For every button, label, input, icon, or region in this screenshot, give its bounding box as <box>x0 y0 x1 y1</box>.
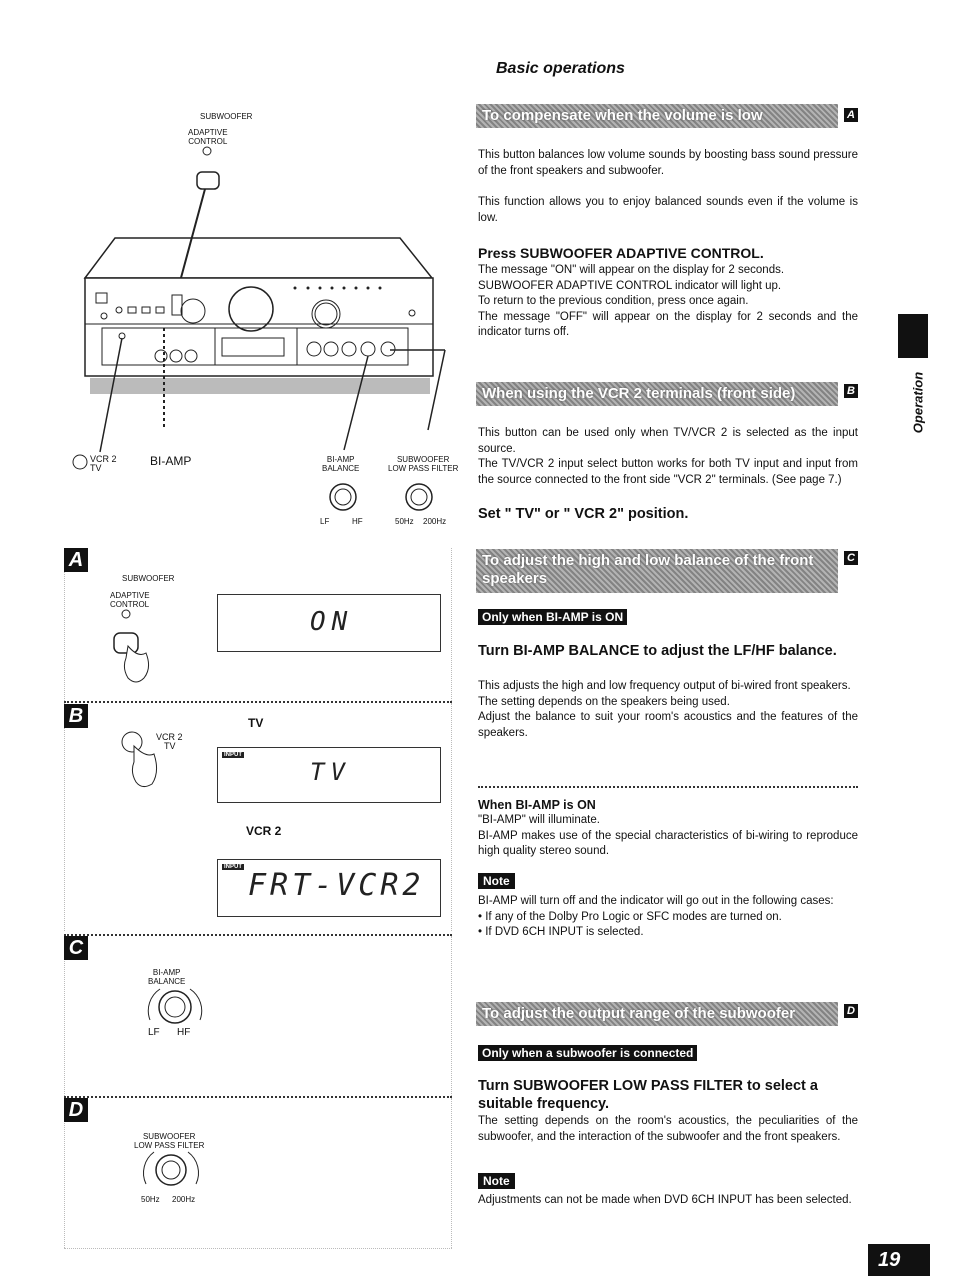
subwoofer-lpf-label: SUBWOOFER LOW PASS FILTER <box>134 1132 205 1150</box>
subwoofer-lpf-label: SUBWOOFER LOW PASS FILTER <box>388 455 459 473</box>
section-b-paragraph-1: This button can be used only when TV/VCR… <box>478 427 858 455</box>
display-tv: INPUT TV <box>217 747 441 803</box>
section-a-body-line: The message "OFF" will appear on the dis… <box>478 310 858 339</box>
note-intro: BI-AMP will turn off and the indicator w… <box>478 895 834 907</box>
condition-tag-bi-amp: Only when BI-AMP is ON <box>478 609 628 625</box>
note-bullet: • If DVD 6CH INPUT is selected. <box>478 926 644 938</box>
section-c-body: This adjusts the high and low frequency … <box>478 679 858 741</box>
panel-badge-d: D <box>64 1098 88 1122</box>
adaptive-control-label: ADAPTIVE CONTROL <box>110 591 150 609</box>
divider <box>64 1248 452 1249</box>
panel-c <box>64 936 452 1096</box>
panel-badge-c: C <box>64 936 88 960</box>
section-a-step-heading: Press SUBWOOFER ADAPTIVE CONTROL. <box>478 245 764 261</box>
subwoofer-label: SUBWOOFER <box>122 574 175 583</box>
hf-label: HF <box>352 517 363 526</box>
input-indicator: INPUT <box>222 864 244 870</box>
adaptive-control-label: ADAPTIVE CONTROL <box>188 128 228 146</box>
hz200-label: 200Hz <box>172 1195 196 1204</box>
banner-subwoofer-range: To adjust the output range of the subwoo… <box>476 1002 838 1026</box>
section-c-body-line: Adjust the balance to suit your room's a… <box>478 711 858 739</box>
hand-pressing-button-icon <box>113 609 150 683</box>
receiver-body <box>84 277 434 377</box>
note-bullet-text: If DVD 6CH INPUT is selected. <box>485 926 644 938</box>
section-a-body-line: To return to the previous condition, pre… <box>478 295 749 307</box>
section-b-paragraph-2: The TV/VCR 2 input select button works f… <box>478 458 858 486</box>
subwoofer-label: SUBWOOFER <box>200 112 253 121</box>
section-badge-c: C <box>844 551 858 565</box>
hz50-label: 50Hz <box>395 517 414 526</box>
section-c-note: BI-AMP will turn off and the indicator w… <box>478 894 858 941</box>
section-a-body: The message "ON" will appear on the disp… <box>478 263 858 341</box>
section-d-note: Adjustments can not be made when DVD 6CH… <box>478 1194 852 1206</box>
subwoofer-lpf-knob <box>143 1151 199 1186</box>
lf-label: LF <box>148 1027 160 1038</box>
banner-compensate-volume: To compensate when the volume is low <box>476 104 838 128</box>
section-a-body-line: The message "ON" will appear on the disp… <box>478 264 785 276</box>
section-a-paragraph-2: This function allows you to enjoy balanc… <box>478 196 858 224</box>
section-c-sub-heading: When BI-AMP is ON <box>478 798 596 812</box>
section-a-paragraph-1: This button balances low volume sounds b… <box>478 149 858 177</box>
receiver-illustration <box>72 146 446 511</box>
panel-d <box>64 1098 452 1248</box>
banner-vcr2-terminals: When using the VCR 2 terminals (front si… <box>476 382 838 406</box>
tv-vcr2-button <box>72 454 88 470</box>
display-vcr2: INPUT FRT-VCR2 <box>217 859 441 917</box>
bi-amp-balance-knob <box>329 483 357 511</box>
indicator-led <box>202 146 212 156</box>
panel-badge-b: B <box>64 704 88 728</box>
section-a-body-line: SUBWOOFER ADAPTIVE CONTROL indicator wil… <box>478 279 782 292</box>
adaptive-control-button <box>196 171 220 190</box>
section-title: Basic operations <box>496 60 625 77</box>
tv-heading: TV <box>248 716 264 730</box>
section-c-sub-body: "BI-AMP" will illuminate. BI-AMP makes u… <box>478 813 858 860</box>
divider <box>478 786 858 788</box>
lf-label: LF <box>320 517 330 526</box>
note-bullet-text: If any of the Dolby Pro Logic or SFC mod… <box>485 910 782 923</box>
input-indicator: INPUT <box>222 752 244 758</box>
section-c-sub-body-line: BI-AMP makes use of the special characte… <box>478 829 858 858</box>
section-c-sub-body-line: "BI-AMP" will illuminate. <box>478 814 600 826</box>
display-text: ON <box>310 607 354 637</box>
note-label: Note <box>478 873 515 889</box>
hz50-label: 50Hz <box>141 1195 160 1204</box>
banner-high-low-balance: To adjust the high and low balance of th… <box>476 549 838 593</box>
display-panel-a: ON <box>217 594 441 652</box>
bi-amp-label: BI-AMP <box>150 454 192 468</box>
receiver-base-shadow <box>90 378 430 394</box>
vcr2-heading: VCR 2 <box>246 824 282 838</box>
bi-amp-balance-label: BI-AMP BALANCE <box>322 455 360 473</box>
section-c-body-line: The setting depends on the speakers bein… <box>478 695 730 708</box>
side-tab-label: Operation <box>910 371 926 434</box>
section-c-body-line: This adjusts the high and low frequency … <box>478 680 851 692</box>
tv-label: TV <box>164 741 176 751</box>
section-d-body: The setting depends on the room's acoust… <box>478 1115 858 1143</box>
bi-amp-balance-label: BI-AMP BALANCE <box>148 968 186 986</box>
hf-label: HF <box>177 1027 191 1038</box>
page-number: 19 <box>868 1244 930 1276</box>
section-b-step-heading: Set " TV" or " VCR 2" position. <box>478 506 689 522</box>
hz200-label: 200Hz <box>423 517 447 526</box>
panel-badge-a: A <box>64 548 88 572</box>
side-tab-block <box>898 314 928 358</box>
subwoofer-lpf-knob <box>405 483 433 511</box>
condition-tag-subwoofer: Only when a subwoofer is connected <box>478 1045 698 1061</box>
display-text: FRT-VCR2 <box>248 868 425 903</box>
section-badge-b: B <box>844 384 858 398</box>
section-c-step-heading: Turn BI-AMP BALANCE to adjust the LF/HF … <box>478 643 837 659</box>
note-label: Note <box>478 1173 515 1189</box>
display-text: TV <box>310 758 351 786</box>
tv-label: TV <box>90 463 102 473</box>
section-badge-a: A <box>844 108 858 122</box>
section-badge-d: D <box>844 1004 858 1018</box>
section-d-step-heading: Turn SUBWOOFER LOW PASS FILTER to select… <box>478 1078 818 1112</box>
note-bullet: • If any of the Dolby Pro Logic or SFC m… <box>478 910 782 923</box>
